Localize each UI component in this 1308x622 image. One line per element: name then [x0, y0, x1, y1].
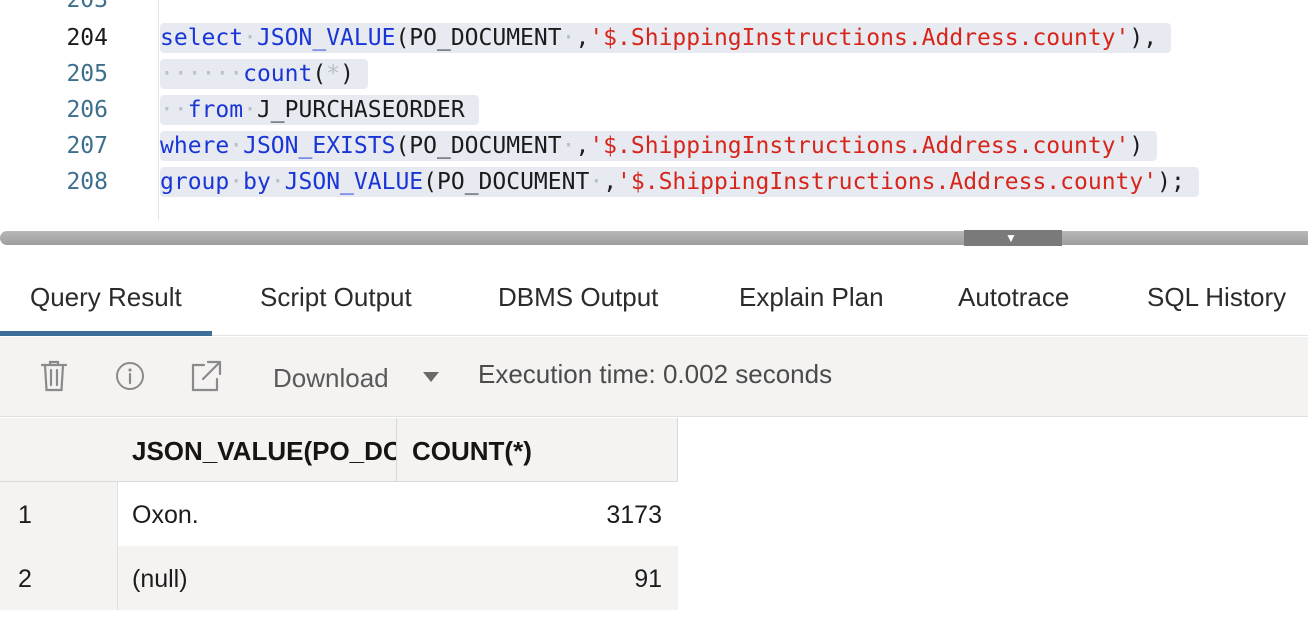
code-line[interactable]: 204 select·JSON_VALUE(PO_DOCUMENT·,'$.Sh…: [0, 20, 1308, 56]
splitter-handle[interactable]: ▼: [964, 230, 1062, 246]
line-number: 206: [66, 97, 108, 123]
whitespace-marker: ·: [561, 25, 576, 51]
code-token: where: [160, 133, 230, 159]
line-number: 205: [66, 61, 108, 87]
code-line[interactable]: 207 where·JSON_EXISTS(PO_DOCUMENT·,'$.Sh…: [0, 128, 1308, 164]
tab-autotrace[interactable]: Autotrace: [958, 256, 1069, 336]
whitespace-marker: ·: [561, 133, 576, 159]
output-tabs: Query Result Script Output DBMS Output E…: [0, 256, 1308, 336]
code-text[interactable]: ······count(*): [160, 59, 368, 89]
splitter-bar[interactable]: [0, 231, 1308, 245]
whitespace-marker: ··: [160, 97, 188, 123]
code-token: '$.ShippingInstructions.Address.county': [589, 133, 1130, 159]
code-token: ,: [575, 25, 590, 51]
code-line[interactable]: 208 group·by·JSON_VALUE(PO_DOCUMENT·,'$.…: [0, 164, 1308, 200]
collapse-arrow-icon[interactable]: ▼: [1005, 232, 1017, 244]
table-row[interactable]: 2 (null) 91: [0, 546, 678, 610]
whitespace-marker: ·: [270, 169, 285, 195]
code-token: JSON_VALUE: [284, 169, 424, 195]
column-header-count[interactable]: COUNT(*): [412, 418, 674, 482]
whitespace-marker: ·: [229, 133, 244, 159]
tab-script-output[interactable]: Script Output: [260, 256, 412, 336]
code-token: (: [312, 61, 327, 87]
code-token: from: [187, 97, 244, 123]
column-divider[interactable]: [677, 418, 678, 482]
column-header-county[interactable]: JSON_VALUE(PO_DOCUMENT,'$.SHIPPINGINSTRU…: [132, 418, 396, 482]
code-token: '$.ShippingInstructions.Address.county': [589, 25, 1130, 51]
whitespace-marker: ·: [589, 169, 604, 195]
result-grid: JSON_VALUE(PO_DOCUMENT,'$.SHIPPINGINSTRU…: [0, 418, 1308, 622]
open-external-icon[interactable]: [190, 359, 222, 393]
cell-county[interactable]: Oxon.: [132, 482, 392, 546]
code-token: '$.ShippingInstructions.Address.county': [617, 169, 1158, 195]
row-number: 1: [18, 501, 32, 529]
table-row[interactable]: 1 Oxon. 3173: [0, 482, 678, 546]
code-token: JSON_EXISTS: [243, 133, 396, 159]
code-token: group: [160, 169, 230, 195]
code-token: (PO_DOCUMENT: [395, 133, 562, 159]
whitespace-marker: ·: [243, 25, 257, 51]
code-text[interactable]: group·by·JSON_VALUE(PO_DOCUMENT·,'$.Ship…: [160, 167, 1199, 197]
whitespace-marker: *: [326, 61, 341, 87]
code-token: JSON_VALUE: [256, 25, 396, 51]
pane-splitter[interactable]: ▼: [0, 220, 1308, 256]
line-number: 208: [66, 169, 108, 195]
code-line[interactable]: 205 ······count(*): [0, 56, 1308, 92]
code-token: by: [243, 169, 271, 195]
info-icon[interactable]: [115, 359, 145, 393]
tab-dbms-output[interactable]: DBMS Output: [498, 256, 658, 336]
cell-count[interactable]: 3173: [412, 482, 662, 546]
sql-editor[interactable]: 203 204 select·JSON_VALUE(PO_DOCUMENT·,'…: [0, 0, 1308, 220]
code-line-partial: 203: [0, 0, 1308, 18]
column-divider[interactable]: [396, 418, 397, 482]
code-token: ): [340, 61, 354, 87]
execution-time-text: Execution time: 0.002 seconds: [478, 359, 833, 389]
code-token: ): [1129, 133, 1144, 159]
grid-header: JSON_VALUE(PO_DOCUMENT,'$.SHIPPINGINSTRU…: [0, 418, 678, 482]
code-token: count: [243, 61, 313, 87]
code-line[interactable]: 206 ··from·J_PURCHASEORDER: [0, 92, 1308, 128]
cell-county[interactable]: (null): [132, 546, 392, 610]
line-number: 203: [66, 0, 108, 13]
whitespace-marker: ·: [243, 97, 257, 123]
code-token: ),: [1129, 25, 1158, 51]
cell-count[interactable]: 91: [412, 546, 662, 610]
code-token: );: [1157, 169, 1185, 195]
tab-explain-plan[interactable]: Explain Plan: [739, 256, 884, 336]
whitespace-marker: ······: [160, 61, 244, 87]
download-button[interactable]: Download: [273, 359, 389, 395]
result-toolbar: Download Execution time: 0.002 seconds: [0, 337, 1308, 417]
line-number: 204: [66, 25, 108, 51]
code-text[interactable]: ··from·J_PURCHASEORDER: [160, 95, 479, 125]
code-token: select: [160, 25, 244, 51]
code-token: J_PURCHASEORDER: [256, 97, 465, 123]
code-text[interactable]: where·JSON_EXISTS(PO_DOCUMENT·,'$.Shippi…: [160, 131, 1158, 161]
code-text[interactable]: select·JSON_VALUE(PO_DOCUMENT·,'$.Shippi…: [160, 23, 1172, 53]
code-token: ,: [603, 169, 618, 195]
code-token: (PO_DOCUMENT: [395, 25, 562, 51]
whitespace-marker: ·: [229, 169, 244, 195]
trash-icon[interactable]: [39, 359, 69, 393]
chevron-down-icon[interactable]: [422, 365, 440, 389]
tab-sql-history[interactable]: SQL History: [1147, 256, 1286, 336]
line-number: 207: [66, 133, 108, 159]
code-token: ,: [575, 133, 590, 159]
row-number: 2: [18, 565, 32, 593]
code-token: (PO_DOCUMENT: [423, 169, 590, 195]
tab-query-result[interactable]: Query Result: [0, 256, 212, 336]
